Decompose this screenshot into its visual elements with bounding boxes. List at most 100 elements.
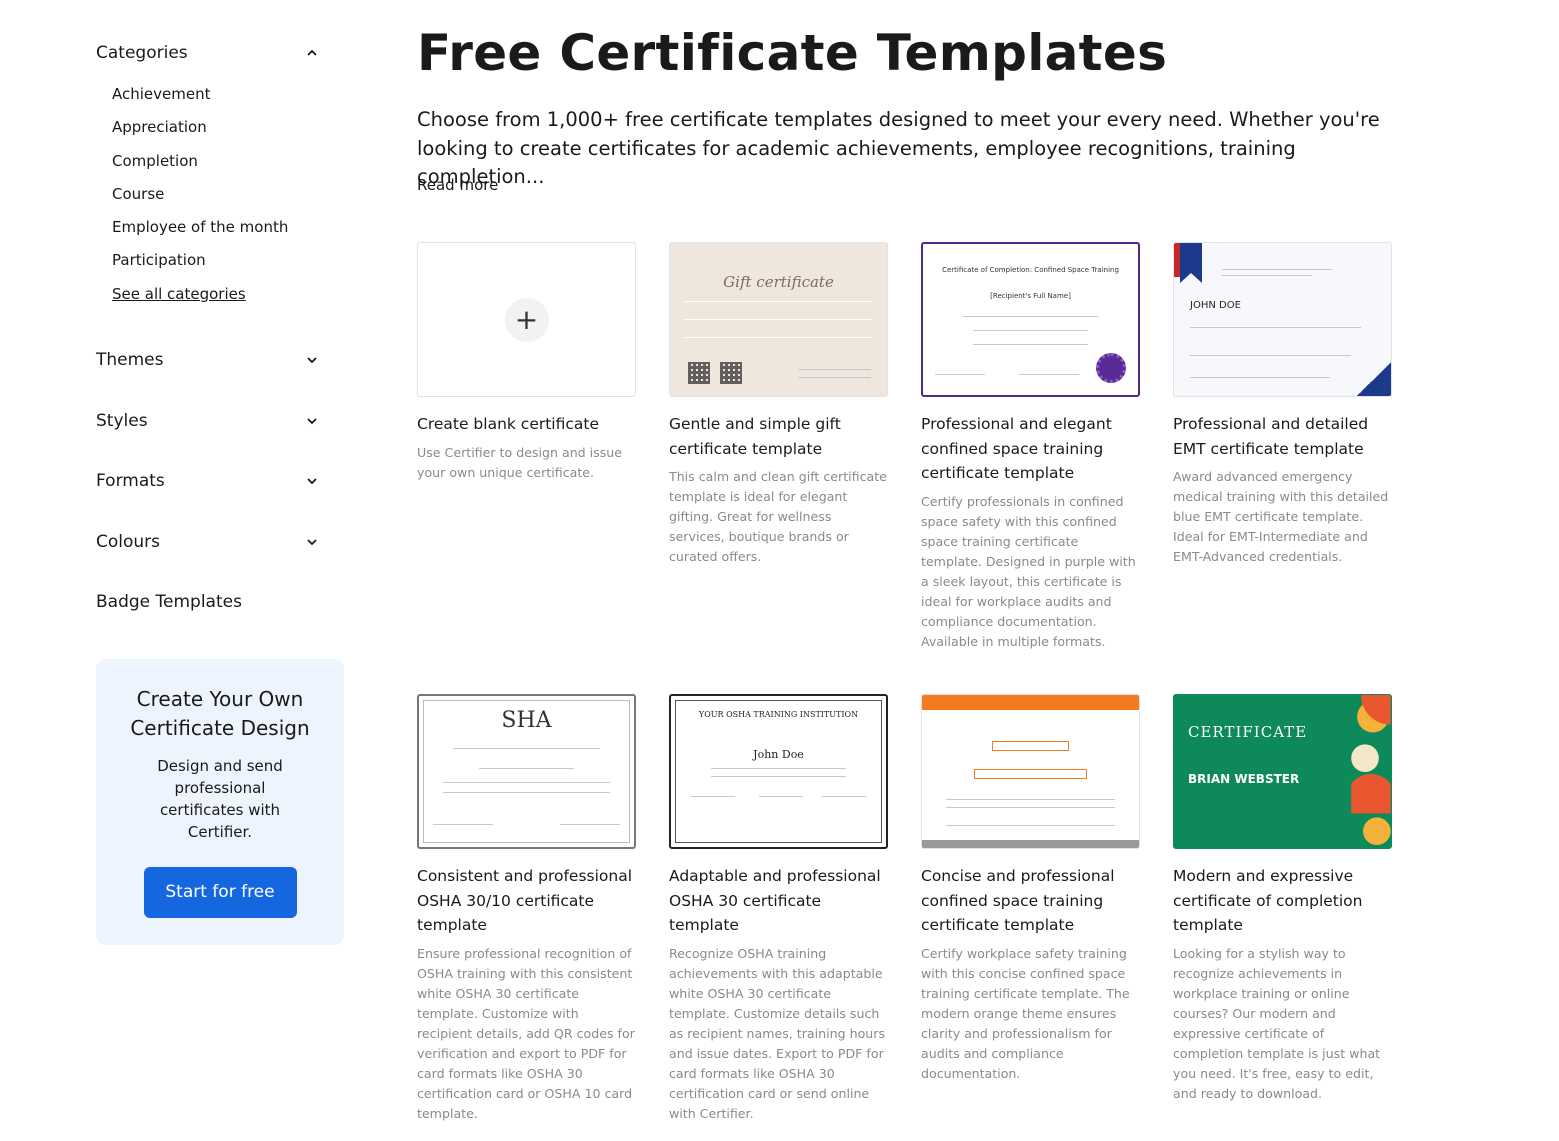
thumbnail-line — [935, 374, 985, 375]
page-title: Free Certificate Templates — [417, 24, 1168, 82]
qr-code-icon — [720, 362, 742, 384]
thumbnail-row — [684, 319, 873, 333]
category-participation[interactable]: Participation — [112, 244, 344, 277]
template-card-modern-green[interactable]: CERTIFICATE BRIAN WEBSTER Modern and exp… — [1173, 694, 1393, 1104]
template-description: Use Certifier to design and issue your o… — [417, 444, 623, 480]
template-thumbnail[interactable] — [921, 694, 1140, 849]
category-appreciation[interactable]: Appreciation — [112, 111, 344, 144]
promo-title: Create Your Own Certificate Design — [130, 687, 310, 740]
thumbnail-line — [1190, 327, 1361, 328]
colours-toggle[interactable]: Colours — [96, 527, 344, 557]
template-card-osha-30-10[interactable]: SHA Consistent and professional OSHA 30/… — [417, 694, 637, 1124]
see-all-categories-link[interactable]: See all categories — [112, 278, 344, 311]
thumbnail-line — [946, 799, 1115, 800]
thumbnail-row — [684, 337, 873, 351]
thumbnail-line — [711, 768, 846, 769]
thumbnail-title: Gift certificate — [723, 273, 834, 291]
template-card-gift[interactable]: Gift certificate Gentle and simple gift … — [669, 242, 889, 567]
template-name[interactable]: Create blank certificate — [417, 412, 637, 437]
thumbnail-line — [560, 824, 620, 825]
template-thumbnail[interactable]: CERTIFICATE BRIAN WEBSTER — [1173, 694, 1392, 849]
thumbnail-recipient: BRIAN WEBSTER — [1188, 772, 1300, 786]
template-card-blank[interactable]: + Create blank certificate Use Certifier… — [417, 242, 637, 483]
thumbnail-border — [675, 700, 882, 843]
category-list: Achievement Appreciation Completion Cour… — [96, 78, 344, 311]
template-name[interactable]: Modern and expressive certificate of com… — [1173, 864, 1393, 938]
promo-card: Create Your Own Certificate Design Desig… — [96, 659, 344, 945]
seal-icon — [1096, 353, 1126, 383]
thumbnail-line — [973, 330, 1088, 331]
thumbnail-recipient: JOHN DOE — [1190, 300, 1241, 311]
decorative-pattern — [1351, 695, 1391, 846]
thumbnail-title: CERTIFICATE — [1188, 723, 1308, 741]
template-thumbnail[interactable]: JOHN DOE — [1173, 242, 1392, 397]
template-description: Ensure professional recognition of OSHA … — [417, 945, 635, 1121]
categories-toggle[interactable]: Categories — [96, 38, 344, 68]
start-for-free-button[interactable]: Start for free — [143, 867, 297, 918]
template-thumbnail[interactable]: Certificate of Completion: Confined Spac… — [921, 242, 1140, 397]
template-thumbnail[interactable]: + — [417, 242, 636, 397]
intro-text: Choose from 1,000+ free certificate temp… — [417, 108, 1380, 188]
template-card-emt[interactable]: JOHN DOE Professional and detailed EMT c… — [1173, 242, 1393, 567]
category-course[interactable]: Course — [112, 178, 344, 211]
chevron-down-icon — [302, 471, 322, 491]
template-description: Certify workplace safety training with t… — [921, 945, 1130, 1081]
thumbnail-recipient: John Doe — [753, 748, 804, 761]
thumbnail-line — [759, 796, 803, 797]
template-name[interactable]: Concise and professional confined space … — [921, 864, 1141, 938]
category-achievement[interactable]: Achievement — [112, 78, 344, 111]
themes-toggle[interactable]: Themes — [96, 345, 344, 375]
chevron-down-icon — [302, 411, 322, 431]
thumbnail-header-bar — [922, 695, 1139, 710]
promo-text: Design and send professional certificate… — [157, 757, 283, 841]
category-completion[interactable]: Completion — [112, 145, 344, 178]
template-description: Looking for a stylish way to recognize a… — [1173, 945, 1381, 1101]
thumbnail-line — [798, 377, 871, 378]
template-thumbnail[interactable]: YOUR OSHA TRAINING INSTITUTION John Doe — [669, 694, 888, 849]
chevron-down-icon — [302, 532, 322, 552]
thumbnail-line — [453, 748, 600, 749]
corner-decoration — [1357, 362, 1391, 396]
thumbnail-line — [946, 825, 1115, 826]
template-thumbnail[interactable]: Gift certificate — [669, 242, 888, 397]
category-employee-of-the-month[interactable]: Employee of the month — [112, 211, 344, 244]
osha-logo: SHA — [501, 708, 552, 733]
thumbnail-line — [946, 807, 1115, 808]
template-name[interactable]: Gentle and simple gift certificate templ… — [669, 412, 889, 461]
template-name[interactable]: Professional and detailed EMT certificat… — [1173, 412, 1393, 461]
thumbnail-line — [822, 796, 866, 797]
chevron-up-icon — [302, 43, 322, 63]
styles-toggle[interactable]: Styles — [96, 406, 344, 436]
thumbnail-line — [973, 344, 1088, 345]
thumbnail-field — [974, 769, 1087, 779]
template-description: Award advanced emergency medical trainin… — [1173, 469, 1389, 564]
thumbnail-line — [691, 796, 735, 797]
template-card-osha-30[interactable]: YOUR OSHA TRAINING INSTITUTION John Doe … — [669, 694, 889, 1124]
thumbnail-line — [1222, 269, 1332, 270]
styles-title: Styles — [96, 410, 148, 431]
colours-title: Colours — [96, 531, 161, 552]
thumbnail-line — [443, 782, 610, 783]
ribbon-icon — [1180, 243, 1202, 283]
thumbnail-line — [963, 316, 1098, 317]
plus-icon[interactable]: + — [504, 297, 549, 342]
template-description: Recognize OSHA training achievements wit… — [669, 945, 885, 1121]
thumbnail-line — [1019, 374, 1079, 375]
template-description: This calm and clean gift certificate tem… — [669, 469, 887, 564]
thumbnail-recipient: [Recipient's Full Name] — [990, 292, 1071, 300]
thumbnail-line — [479, 768, 574, 769]
template-thumbnail[interactable]: SHA — [417, 694, 636, 849]
themes-title: Themes — [96, 350, 164, 371]
template-name[interactable]: Professional and elegant confined space … — [921, 412, 1141, 486]
template-name[interactable]: Adaptable and professional OSHA 30 certi… — [669, 864, 889, 938]
thumbnail-line — [1190, 377, 1330, 378]
badge-templates-link[interactable]: Badge Templates — [96, 587, 344, 617]
template-card-confined-purple[interactable]: Certificate of Completion: Confined Spac… — [921, 242, 1141, 652]
thumbnail-line — [1222, 275, 1312, 276]
read-more-link[interactable]: Read more — [417, 176, 498, 194]
template-card-confined-orange[interactable]: Concise and professional confined space … — [921, 694, 1141, 1084]
thumbnail-line — [443, 792, 610, 793]
formats-toggle[interactable]: Formats — [96, 466, 344, 496]
qr-code-icon — [688, 362, 710, 384]
template-name[interactable]: Consistent and professional OSHA 30/10 c… — [417, 864, 637, 938]
